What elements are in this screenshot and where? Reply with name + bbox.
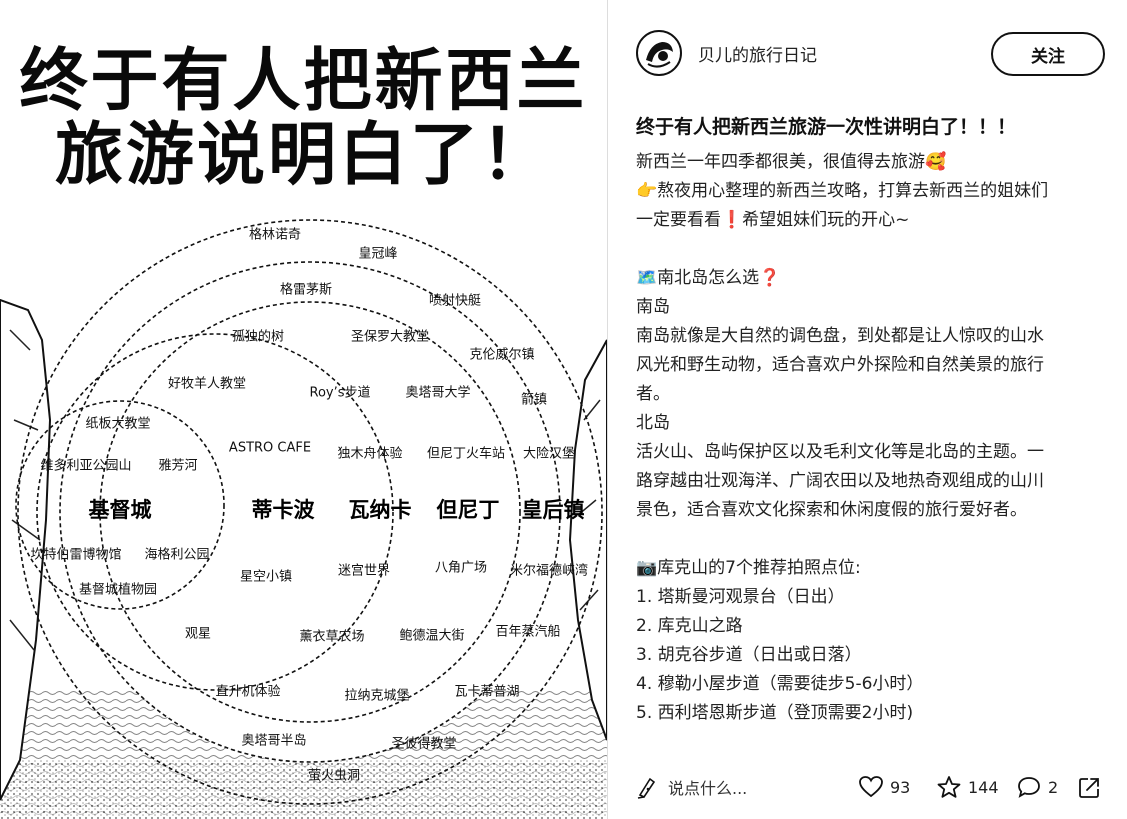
comment-button[interactable]: 2 xyxy=(1016,775,1058,799)
spot-label: 萤火虫洞 xyxy=(307,768,361,784)
star-icon xyxy=(937,776,961,798)
note-line: 👉熬夜用心整理的新西兰攻略，打算去新西兰的姐妹们 xyxy=(636,181,1049,201)
pen-icon xyxy=(637,777,656,799)
spot-label: 基督城植物园 xyxy=(78,582,158,598)
note-line: 路穿越由壮观海洋、广阔农田以及地热奇观组成的山川 xyxy=(636,471,1044,491)
comment-input-trigger[interactable]: 说点什么... xyxy=(636,775,747,799)
spot-label: 喷射快艇 xyxy=(428,293,482,309)
spot-label: 奥塔哥大学 xyxy=(405,385,471,401)
note-line: 北岛 xyxy=(636,413,670,433)
spot-label: 箭镇 xyxy=(520,392,548,408)
spot-label: 星空小镇 xyxy=(239,569,293,585)
note-line: 南岛就像是大自然的调色盘，到处都是让人惊叹的山水 xyxy=(636,326,1044,346)
spot-label: 圣保罗大教堂 xyxy=(350,329,430,345)
poster-title-line2: 旅游说明白了！ xyxy=(54,116,552,195)
engagement-bar: 说点什么... 93 144 2 xyxy=(608,759,1127,819)
comment-bubble-icon xyxy=(1018,777,1040,798)
share-icon xyxy=(1079,778,1099,798)
spot-label: 百年蒸汽船 xyxy=(495,624,561,640)
note-line: 南岛 xyxy=(636,297,670,317)
like-count: 93 xyxy=(890,777,911,797)
note-title: 终于有人把新西兰旅游一次性讲明白了！！！ xyxy=(636,116,1017,138)
spot-label: 维多利亚公园山 xyxy=(40,458,132,474)
spot-label: 观星 xyxy=(184,626,212,642)
note-image[interactable]: 终于有人把新西兰 旅游说明白了！ 基督城 蒂卡波 瓦纳卡 但尼丁 皇后镇 格林诺… xyxy=(0,0,607,819)
spot-label: 好牧羊人教堂 xyxy=(167,376,247,392)
spot-label: 八角广场 xyxy=(434,560,488,576)
spot-label: 但尼丁火车站 xyxy=(426,446,506,462)
like-button[interactable]: 93 xyxy=(858,775,910,799)
note-line: 1. 塔斯曼河观景台（日出） xyxy=(636,587,845,607)
spot-label: 坎特伯雷博物馆 xyxy=(30,547,122,563)
note-line: 📷库克山的7个推荐拍照点位: xyxy=(636,558,861,578)
spot-label: 大险汉堡 xyxy=(522,446,576,462)
city-label: 蒂卡波 xyxy=(251,498,315,522)
poster-title-line1: 终于有人把新西兰 xyxy=(19,42,588,121)
note-line: 3. 胡克谷步道（日出或日落） xyxy=(636,645,862,665)
spot-label: 孤独的树 xyxy=(231,329,285,345)
spot-label: 鲍德温大街 xyxy=(399,628,465,644)
spot-label: 独木舟体验 xyxy=(337,446,403,462)
note-line: 5. 西利塔恩斯步道（登顶需要2小时) xyxy=(636,703,914,723)
comment-count: 2 xyxy=(1048,777,1059,797)
spot-label: 瓦卡蒂普湖 xyxy=(454,684,520,700)
note-line: 4. 穆勒小屋步道（需要徒步5-6小时） xyxy=(636,674,924,694)
city-label: 瓦纳卡 xyxy=(348,498,412,522)
note-line: 者。 xyxy=(636,384,670,404)
note-line: 活火山、岛屿保护区以及毛利文化等是北岛的主题。一 xyxy=(636,442,1044,462)
collect-button[interactable]: 144 xyxy=(936,775,999,799)
city-label: 皇后镇 xyxy=(521,498,585,522)
note-content: 新西兰一年四季都很美，很值得去旅游🥰 👉熬夜用心整理的新西兰攻略，打算去新西兰的… xyxy=(636,148,1106,728)
share-button[interactable] xyxy=(1076,775,1102,801)
spot-label: 皇冠峰 xyxy=(358,246,398,262)
note-line: 风光和野生动物，适合喜欢户外探险和自然美景的旅行 xyxy=(636,355,1044,375)
avatar-icon[interactable] xyxy=(636,30,682,76)
spot-label: 雅芳河 xyxy=(158,458,198,474)
spot-label: 直升机体验 xyxy=(215,684,281,700)
spot-label: ASTRO CAFE xyxy=(228,440,312,456)
spot-label: Roy’s步道 xyxy=(309,385,371,401)
note-line xyxy=(636,525,1106,554)
spot-label: 海格利公园 xyxy=(144,547,210,563)
heart-icon xyxy=(859,776,883,798)
comment-placeholder[interactable]: 说点什么... xyxy=(668,775,747,799)
spot-label: 格雷茅斯 xyxy=(279,282,333,298)
spot-label: 纸板大教堂 xyxy=(85,416,151,432)
spot-label: 米尔福德峡湾 xyxy=(509,563,589,579)
note-line: 一定要看看❗希望姐妹们玩的开心~ xyxy=(636,210,910,230)
spot-label: 奥塔哥半岛 xyxy=(241,733,307,749)
note-line xyxy=(636,235,1106,264)
note-line: 新西兰一年四季都很美，很值得去旅游🥰 xyxy=(636,152,947,172)
note-line: 2. 库克山之路 xyxy=(636,616,743,636)
city-label: 基督城 xyxy=(88,498,152,522)
spot-label: 圣彼得教堂 xyxy=(391,736,457,752)
spot-label: 格林诺奇 xyxy=(248,227,302,243)
follow-button[interactable]: 关注 xyxy=(991,32,1105,76)
spot-label: 迷宫世界 xyxy=(337,563,391,579)
note-panel: 贝儿的旅行日记 关注 终于有人把新西兰旅游一次性讲明白了！！！ 新西兰一年四季都… xyxy=(607,0,1127,819)
spot-label: 克伦威尔镇 xyxy=(469,347,535,363)
collect-count: 144 xyxy=(968,777,999,797)
city-label: 但尼丁 xyxy=(436,498,500,522)
note-line: 景色，适合喜欢文化探索和休闲度假的旅行爱好者。 xyxy=(636,500,1027,520)
author-name[interactable]: 贝儿的旅行日记 xyxy=(698,41,817,66)
author-info[interactable]: 贝儿的旅行日记 xyxy=(636,30,817,76)
spot-label: 拉纳克城堡 xyxy=(344,688,410,704)
spot-label: 薰衣草农场 xyxy=(299,629,365,645)
note-line: 🗺️南北岛怎么选❓ xyxy=(636,268,781,288)
